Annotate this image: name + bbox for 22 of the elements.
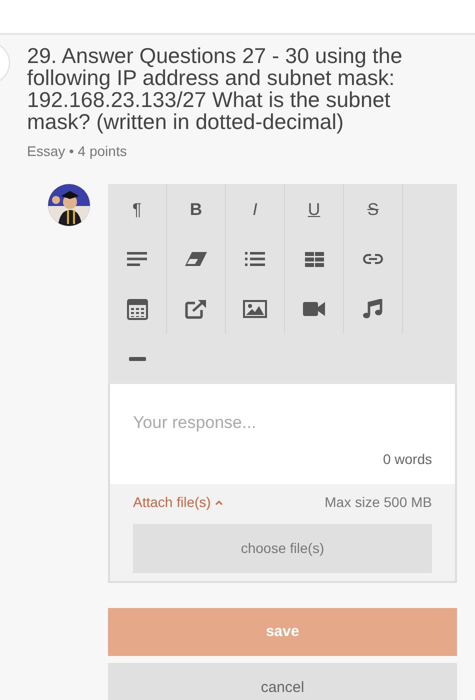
cancel-button[interactable]: cancel <box>108 663 457 700</box>
eraser-icon[interactable] <box>185 252 207 266</box>
format-glyph[interactable]: B <box>190 200 202 218</box>
max-size-label: Max size 500 MB <box>324 492 432 512</box>
question-text: 29. Answer Questions 27 - 30 using the following IP address and subnet mask: 192.168.23.133/27 What is the subnet mask? (written in dotted-decimal) <box>27 45 404 133</box>
format-glyph[interactable]: U <box>308 200 320 218</box>
link-icon[interactable] <box>362 253 384 265</box>
choose-files-button[interactable]: choose file(s) <box>133 524 432 573</box>
format-glyph[interactable]: I <box>252 200 258 218</box>
format-glyph[interactable]: S <box>367 200 379 218</box>
format-glyph[interactable]: ¶ <box>132 200 142 218</box>
calculator-icon[interactable] <box>126 298 148 320</box>
external-link-icon[interactable] <box>185 299 207 319</box>
video-camera-icon[interactable] <box>303 302 325 316</box>
list-icon[interactable] <box>245 252 265 266</box>
attach-files-link[interactable]: Attach file(s) <box>133 492 223 512</box>
question-meta: Essay • 4 points <box>27 142 128 161</box>
image-icon[interactable] <box>243 300 267 318</box>
table-icon[interactable] <box>304 252 324 266</box>
align-left-icon[interactable] <box>127 252 147 266</box>
word-count: 0 words <box>382 450 432 469</box>
music-note-icon[interactable] <box>363 299 383 319</box>
